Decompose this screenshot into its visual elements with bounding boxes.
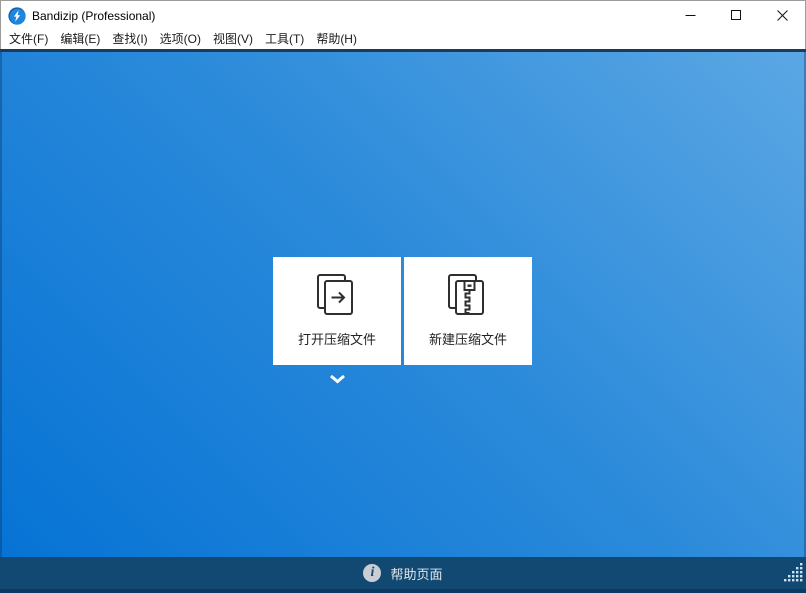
- menu-item-view[interactable]: 视图(V): [207, 30, 259, 49]
- menu-item-tools[interactable]: 工具(T): [259, 30, 310, 49]
- minimize-icon: [685, 10, 696, 21]
- menu-item-edit[interactable]: 编辑(E): [54, 30, 106, 49]
- maximize-icon: [731, 10, 742, 21]
- menu-item-find[interactable]: 查找(I): [106, 30, 153, 49]
- main-area: 打开压缩文件 新建压缩文件: [0, 52, 806, 557]
- close-button[interactable]: [759, 1, 805, 30]
- window-title: Bandizip (Professional): [32, 9, 155, 23]
- resize-grip-icon[interactable]: [784, 563, 803, 587]
- new-archive-button[interactable]: 新建压缩文件: [404, 257, 532, 365]
- new-archive-icon: [440, 268, 496, 326]
- menu-item-options[interactable]: 选项(O): [154, 30, 207, 49]
- menu-item-help[interactable]: 帮助(H): [310, 30, 363, 49]
- titlebar: Bandizip (Professional): [0, 0, 806, 30]
- help-page-label: 帮助页面: [390, 564, 442, 583]
- chevron-down-icon[interactable]: [329, 371, 346, 381]
- open-archive-button[interactable]: 打开压缩文件: [273, 257, 401, 365]
- menubar: 文件(F) 编辑(E) 查找(I) 选项(O) 视图(V) 工具(T) 帮助(H…: [0, 30, 806, 49]
- bandizip-logo-icon: [8, 7, 26, 25]
- maximize-button[interactable]: [713, 1, 759, 30]
- minimize-button[interactable]: [667, 1, 713, 30]
- info-icon: i: [363, 564, 381, 582]
- bandizip-window: Bandizip (Professional) 文件(F) 编辑(E) 查找(I…: [0, 0, 806, 593]
- new-archive-label: 新建压缩文件: [429, 329, 507, 348]
- menu-item-file[interactable]: 文件(F): [3, 30, 54, 49]
- open-archive-label: 打开压缩文件: [298, 329, 376, 348]
- caption-buttons: [667, 1, 805, 30]
- open-archive-icon: [309, 268, 365, 326]
- close-icon: [777, 10, 788, 21]
- help-statusbar[interactable]: i 帮助页面: [0, 557, 806, 593]
